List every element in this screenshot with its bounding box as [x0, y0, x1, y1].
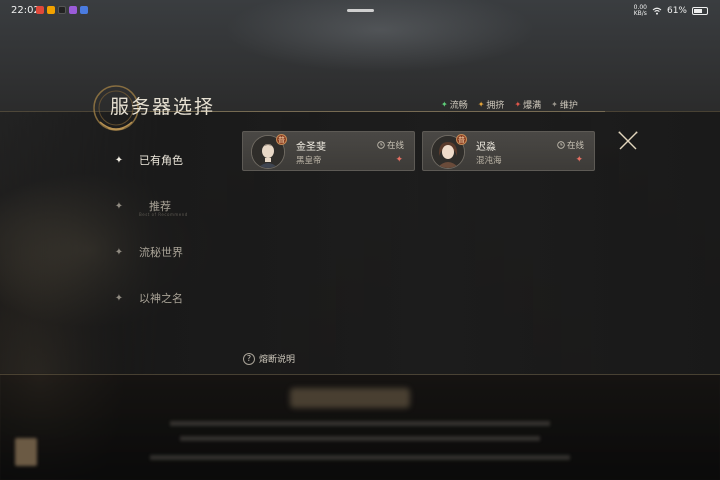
legend-item-crowded: ✦ 拥挤 — [478, 98, 505, 111]
character-name: 迟淼 — [476, 142, 496, 153]
battery-percent: 61% — [666, 6, 687, 16]
online-status: 在线 — [557, 139, 584, 151]
close-icon[interactable] — [617, 130, 639, 152]
sidebar-item-in-gods-name[interactable]: ✦ 以神之名 — [113, 290, 183, 306]
app-notification-icon — [80, 6, 88, 14]
sidebar-item-label: 流秘世界 — [139, 246, 183, 259]
legend-label: 拥挤 — [486, 101, 505, 111]
title-divider — [150, 111, 605, 112]
window-drag-handle[interactable] — [347, 9, 374, 12]
legend-item-full: ✦ 爆满 — [514, 98, 541, 111]
legend-label: 维护 — [559, 101, 578, 111]
status-bar: 22:02 0.00 KB/s 61% — [0, 0, 720, 22]
sparkle-icon: ✦ — [114, 246, 124, 258]
sparkle-icon: ✦ — [441, 100, 448, 109]
sidebar-item-label: 已有角色 — [139, 154, 183, 167]
circuit-breaker-help-link[interactable]: ? 熔断说明 — [243, 352, 295, 365]
sparkle-icon: ✦ — [114, 200, 124, 212]
blurred-text-line — [150, 455, 570, 460]
clock-icon — [377, 141, 385, 149]
sidebar-item-recommended[interactable]: ✦ 推荐 Best of Recommend — [113, 198, 188, 217]
server-name: 混沌海 — [476, 156, 502, 166]
blurred-text-line — [180, 436, 540, 441]
help-label: 熔断说明 — [259, 355, 296, 365]
sparkle-icon: ✦ — [477, 100, 485, 109]
wifi-icon — [652, 7, 662, 15]
sparkle-icon: ✦ — [551, 100, 558, 109]
online-status: 在线 — [377, 139, 404, 151]
app-notification-icon — [36, 6, 44, 14]
legend-item-smooth: ✦ 流畅 — [441, 98, 468, 111]
legend-label: 流畅 — [449, 101, 468, 111]
server-load-star-icon: ✦ — [575, 155, 583, 165]
blurred-start-button — [290, 388, 410, 408]
character-badge: 普 — [276, 134, 287, 145]
character-card[interactable]: 普 迟淼 混沌海 在线 ✦ — [422, 131, 595, 171]
status-label: 在线 — [386, 141, 404, 151]
app-notification-icon — [47, 6, 55, 14]
app-notification-icon — [69, 6, 77, 14]
app-notification-icon — [58, 6, 66, 14]
clock-icon — [557, 141, 565, 149]
sparkle-icon: ✦ — [114, 292, 124, 304]
sparkle-icon: ✦ — [114, 154, 124, 166]
question-icon: ? — [243, 352, 255, 365]
character-card[interactable]: 普 金圣斐 黑皇帝 在线 ✦ — [242, 131, 415, 171]
legend-item-maintenance: ✦ 维护 — [551, 98, 578, 111]
notification-icons — [36, 6, 88, 14]
server-load-star-icon: ✦ — [395, 155, 403, 165]
sidebar-item-mystic-world[interactable]: ✦ 流秘世界 — [113, 244, 183, 260]
page-title: 服务器选择 — [110, 96, 216, 118]
legend-label: 爆满 — [523, 101, 542, 111]
status-label: 在线 — [566, 141, 584, 151]
server-status-legend: ✦ 流畅 ✦ 拥挤 ✦ 爆满 ✦ 维护 — [441, 98, 578, 111]
battery-icon — [692, 7, 708, 15]
sidebar-item-label: 以神之名 — [139, 292, 183, 305]
blurred-text-line — [170, 421, 550, 426]
network-speed: 0.00 KB/s — [634, 5, 647, 17]
character-badge: 普 — [456, 134, 467, 145]
sparkle-icon: ✦ — [514, 100, 522, 109]
character-name: 金圣斐 — [296, 142, 326, 153]
network-speed-unit: KB/s — [633, 10, 647, 17]
sidebar-item-subtitle: Best of Recommend — [139, 212, 188, 217]
blurred-thumbnail — [15, 438, 37, 466]
server-name: 黑皇帝 — [296, 156, 322, 166]
sidebar-item-existing-characters[interactable]: ✦ 已有角色 — [113, 152, 183, 168]
